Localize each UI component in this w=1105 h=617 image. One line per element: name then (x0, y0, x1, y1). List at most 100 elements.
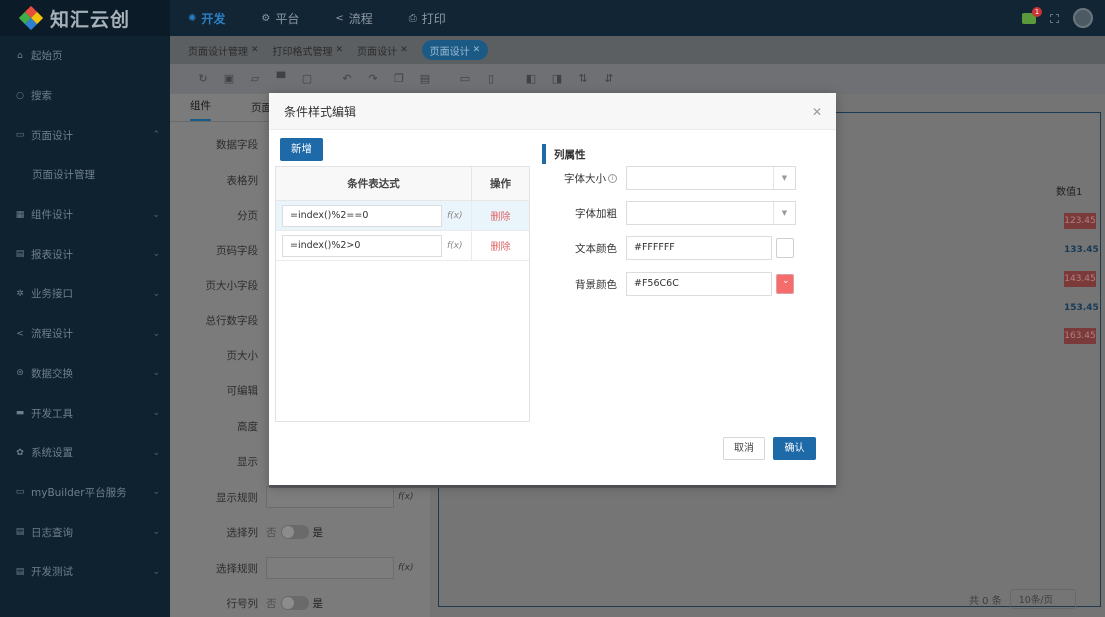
table-row[interactable]: =index()%2>0 f(x) 删除 (276, 230, 529, 261)
property-row: 选择列否是 (170, 520, 430, 544)
logo[interactable]: 知汇云创 (0, 0, 170, 36)
page-tab[interactable]: 打印格式管理 ✕ (273, 43, 344, 58)
avatar[interactable] (1073, 8, 1093, 28)
table-row[interactable]: =index()%2==0 f(x) 删除 (276, 200, 529, 231)
undo-icon[interactable]: ↶ (340, 73, 354, 85)
page-tab[interactable]: 页面设计管理 ✕ (188, 43, 259, 58)
sidebar-item[interactable]: ▭ 页面设计 ⌃ (0, 115, 170, 155)
page-tab[interactable]: 页面设计 ✕ (421, 40, 489, 60)
font-weight-select[interactable]: ▼ (626, 201, 796, 225)
sidebar-item[interactable]: ▬ 开发工具 ⌄ (0, 393, 170, 433)
close-icon[interactable]: ✕ (812, 105, 822, 119)
sidebar-item[interactable]: ✲ 业务接口 ⌄ (0, 274, 170, 314)
send-back-icon[interactable]: ◨ (550, 73, 564, 85)
grid-icon: ▦ (15, 209, 25, 220)
confirm-button[interactable]: 确认 (773, 437, 816, 460)
sidebar-item[interactable]: ▦ 组件设计 ⌄ (0, 195, 170, 235)
delete-link[interactable]: 删除 (472, 238, 529, 253)
database-icon: ⊜ (16, 368, 24, 379)
save-icon[interactable]: ▣ (222, 73, 236, 85)
gear-icon: ✲ (16, 288, 24, 299)
sidebar-item[interactable]: ▭ myBuilder平台服务 ⌄ (0, 473, 170, 513)
sidebar-item[interactable]: ▤ 日志查询 ⌄ (0, 512, 170, 552)
sidebar-item[interactable]: ▤ 报表设计 ⌄ (0, 234, 170, 274)
text-color-picker[interactable] (776, 238, 794, 258)
close-icon[interactable]: ✕ (336, 45, 344, 55)
sidebar-item-label: 业务接口 (31, 288, 73, 301)
page-size-select[interactable]: 10条/页 (1009, 589, 1076, 609)
close-icon[interactable]: ✕ (400, 45, 408, 55)
toggle-switch[interactable] (280, 596, 309, 610)
report-icon: ▤ (15, 249, 25, 260)
expression-input[interactable]: =index()%2==0 (282, 204, 442, 227)
add-button[interactable]: 新增 (280, 138, 323, 161)
close-icon[interactable]: ✕ (251, 45, 259, 55)
page-tab-label: 页面设计 (429, 46, 470, 58)
toggle-off-label: 否 (266, 597, 277, 610)
flow-icon: < (335, 12, 344, 24)
property-label: 可编辑 (226, 384, 259, 397)
chat-icon: ▭ (15, 487, 25, 498)
insert-icon[interactable]: ▭ (458, 73, 472, 85)
sidebar-item[interactable]: ▤ 开发测试 ⌄ (0, 552, 170, 592)
pagination: 共 0 条 10条/页 (969, 589, 1076, 609)
redo-icon[interactable]: ↷ (366, 73, 380, 85)
expression-cell: =index()%2==0 f(x) (276, 200, 472, 231)
sidebar-item-label: 数据交换 (31, 367, 73, 380)
chevron-icon: ⌃ (152, 130, 160, 141)
info-icon[interactable]: i (608, 173, 617, 183)
bg-color-input[interactable]: #F56C6C (626, 272, 772, 296)
top-tab[interactable]: ⎙ 打印 (409, 10, 446, 27)
text-color-input[interactable]: #FFFFFF (626, 236, 772, 260)
open-folder-icon[interactable]: ▱ (248, 73, 262, 85)
condition-style-dialog: 条件样式编辑 ✕ 新增 条件表达式 操作 =index()%2==0 f(x) 删除… (269, 93, 836, 485)
print-icon[interactable]: ▀ (274, 73, 288, 85)
cell-value: 123.45 (1064, 213, 1096, 229)
message-icon[interactable]: 1 (1022, 6, 1042, 24)
sidebar-item[interactable]: ⌂ 起始页 (0, 36, 170, 76)
property-input[interactable] (266, 486, 394, 508)
preview-icon[interactable]: ▢ (300, 73, 314, 85)
sort-asc-icon[interactable]: ⇅ (576, 73, 590, 85)
settings-icon: ✿ (16, 447, 24, 458)
sort-desc-icon[interactable]: ⇵ (602, 73, 616, 85)
property-label: 显示 (237, 455, 258, 468)
toggle-group: 否是 (266, 596, 323, 611)
function-icon[interactable]: f(x) (447, 241, 463, 251)
sidebar-item[interactable]: ○ 搜索 (0, 76, 170, 116)
top-right-tools: 1 (1022, 0, 1093, 36)
toggle-switch[interactable] (280, 525, 309, 539)
top-tab[interactable]: ✺ 开发 (188, 10, 225, 27)
font-size-select[interactable]: ▼ (626, 166, 796, 190)
logo-mark-icon (18, 5, 44, 31)
paste-icon[interactable]: ▤ (418, 73, 432, 85)
close-icon[interactable]: ✕ (473, 45, 481, 55)
function-icon[interactable]: f(x) (398, 563, 414, 573)
fullscreen-icon[interactable] (1050, 13, 1059, 23)
top-tab[interactable]: ⚙ 平台 (261, 10, 299, 27)
sidebar-item[interactable]: ⊜ 数据交换 ⌄ (0, 354, 170, 394)
sidebar-item[interactable]: ✿ 系统设置 ⌄ (0, 433, 170, 473)
bring-front-icon[interactable]: ◧ (524, 73, 538, 85)
bg-color-picker[interactable] (776, 274, 794, 294)
top-tab[interactable]: < 流程 (335, 10, 372, 27)
copy-icon[interactable]: ❐ (392, 73, 406, 85)
cell-value: 153.45 (1064, 303, 1099, 313)
sidebar-item-label: 页面设计 (31, 129, 73, 142)
tab-components[interactable]: 组件 (190, 98, 211, 121)
property-label: 页大小字段 (205, 279, 259, 292)
function-icon[interactable]: f(x) (447, 211, 463, 221)
cancel-button[interactable]: 取消 (723, 437, 765, 460)
top-tab-label: 平台 (275, 11, 300, 26)
delete-link[interactable]: 删除 (472, 208, 529, 223)
expression-input[interactable]: =index()%2>0 (282, 234, 442, 257)
chevron-icon: ⌄ (152, 487, 160, 498)
sidebar-item[interactable]: < 流程设计 ⌄ (0, 314, 170, 354)
chevron-icon: ⌄ (152, 368, 160, 379)
function-icon[interactable]: f(x) (398, 492, 414, 502)
property-input[interactable] (266, 557, 394, 579)
sidebar-item[interactable]: 页面设计管理 (0, 155, 170, 195)
page-tab[interactable]: 页面设计 ✕ (357, 43, 408, 58)
refresh-icon[interactable]: ↻ (196, 73, 210, 85)
delete-icon[interactable]: ▯ (484, 73, 498, 85)
